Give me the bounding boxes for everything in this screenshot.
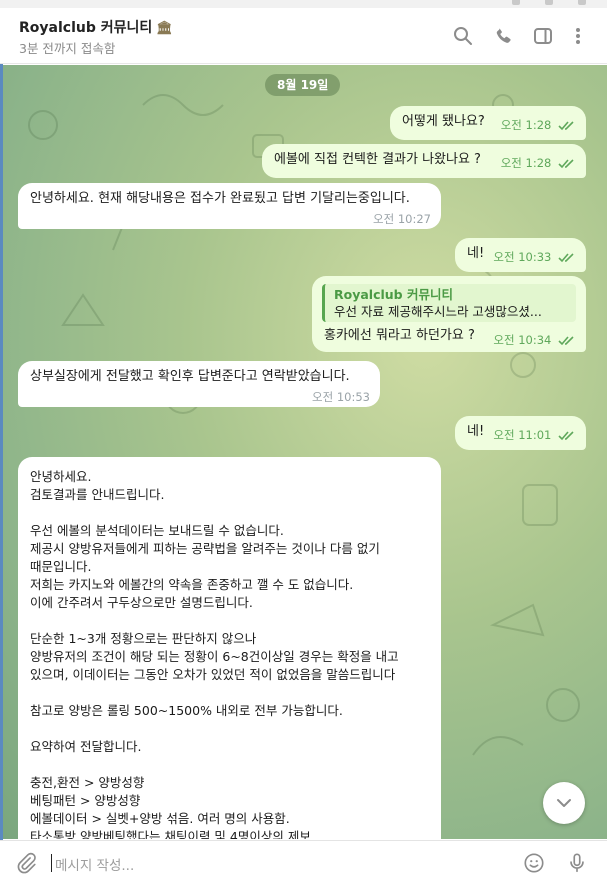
read-receipt-icon bbox=[558, 120, 574, 130]
message-outgoing[interactable]: 네! 오전 10:33 bbox=[455, 238, 586, 272]
message-text: 어떻게 됐나요? bbox=[402, 114, 485, 129]
phone-icon bbox=[496, 28, 511, 43]
message-line: 이에 간주려서 구두상으로만 설명드립니다. bbox=[30, 595, 253, 610]
reply-snippet: 우선 자료 제공해주시느라 고생많으셨... bbox=[334, 304, 542, 319]
message-outgoing[interactable]: 어떻게 됐나요? 오전 1:28 bbox=[390, 106, 586, 140]
message-line: 타소통방 양방베팅했다는 채팅이력 및 4명이상의 제보 bbox=[30, 829, 311, 839]
reply-preview[interactable]: Royalclub 커뮤니티 우선 자료 제공해주시느라 고생많으셨... bbox=[322, 284, 576, 322]
microphone-icon bbox=[570, 853, 584, 873]
message-outgoing[interactable]: 에볼에 직접 컨텍한 결과가 나왔나요 ? 오전 1:28 bbox=[262, 144, 586, 178]
chevron-down-icon bbox=[557, 799, 571, 807]
read-receipt-icon bbox=[558, 158, 574, 168]
message-text: 네! bbox=[467, 246, 485, 261]
message-list[interactable]: 8월 19일 어떻게 됐나요? 오전 1:28 에볼에 직접 컨텍한 결과가 나… bbox=[3, 65, 607, 839]
message-time: 오전 10:34 bbox=[493, 333, 552, 347]
message-line: 충전,환전 > 양방성향 bbox=[30, 775, 145, 790]
message-line: 에볼데이터 > 실벳+양방 섞음. 여러 명의 사용함. bbox=[30, 811, 290, 826]
message-line: 요약하여 전달합니다. bbox=[30, 739, 142, 754]
message-text: 홍카에선 뭐라고 하던가요 ? bbox=[324, 328, 475, 343]
message-line: 베팅패턴 > 양방성향 bbox=[30, 793, 141, 808]
message-line: 제공시 양방유저들에게 피하는 공략법을 알려주는 것이나 다름 없기 bbox=[30, 541, 380, 556]
message-line: 양방유저의 조건이 해당 되는 정황이 6~8건이상일 경우는 확정을 내고 bbox=[30, 649, 399, 664]
message-incoming[interactable]: 상부실장에게 전달했고 확인후 답변준다고 연락받았습니다. 오전 10:53 bbox=[18, 361, 380, 407]
read-receipt-icon bbox=[558, 430, 574, 440]
message-line: 안녕하세요. bbox=[30, 469, 92, 484]
message-time: 오전 1:28 bbox=[500, 118, 552, 132]
scroll-to-bottom-button[interactable] bbox=[543, 782, 585, 824]
chat-title[interactable]: Royalclub 커뮤니티 🏛 bbox=[19, 17, 173, 37]
message-input[interactable]: 메시지 작성... bbox=[55, 854, 134, 874]
message-line: 검토결과를 안내드립니다. bbox=[30, 487, 165, 502]
message-line: 우선 에볼의 분석데이터는 보내드릴 수 없습니다. bbox=[30, 523, 284, 538]
emoji-icon bbox=[524, 853, 544, 873]
voice-message-button[interactable] bbox=[565, 851, 589, 875]
message-time: 오전 10:33 bbox=[493, 250, 552, 264]
message-line: 있으며, 이데이터는 그동안 오차가 있었던 적이 없었음을 말씀드립니다 bbox=[30, 667, 396, 682]
search-button[interactable] bbox=[451, 24, 475, 48]
message-time: 오전 10:27 bbox=[373, 212, 431, 226]
window-close-icon[interactable] bbox=[578, 0, 586, 5]
reply-author: Royalclub 커뮤니티 bbox=[334, 287, 453, 302]
message-incoming[interactable]: 안녕하세요. 현재 해당내용은 접수가 완료됬고 답변 기달리는중입니다. 오전… bbox=[18, 183, 441, 229]
read-receipt-icon bbox=[558, 335, 574, 345]
date-separator: 8월 19일 bbox=[265, 74, 341, 96]
message-outgoing[interactable]: 네! 오전 11:01 bbox=[455, 416, 586, 450]
more-vertical-icon bbox=[576, 28, 580, 44]
emoji-button[interactable] bbox=[522, 851, 546, 875]
message-composer: 메시지 작성... bbox=[0, 840, 607, 884]
message-text: 네! bbox=[467, 424, 485, 439]
last-seen-status: 3분 전까지 접속함 bbox=[19, 41, 116, 56]
more-options-button[interactable] bbox=[566, 24, 590, 48]
message-outgoing-reply[interactable]: Royalclub 커뮤니티 우선 자료 제공해주시느라 고생많으셨... 홍카… bbox=[312, 276, 586, 352]
chat-title-text: Royalclub 커뮤니티 bbox=[19, 20, 153, 36]
call-button[interactable] bbox=[492, 24, 516, 48]
message-time: 오전 10:53 bbox=[312, 390, 370, 404]
read-receipt-icon bbox=[558, 252, 574, 262]
message-text: 에볼에 직접 컨텍한 결과가 나왔나요 ? bbox=[274, 152, 481, 167]
message-line: 저희는 카지노와 에볼간의 약속을 존중하고 깰 수 도 없습니다. bbox=[30, 577, 354, 592]
attach-icon bbox=[17, 852, 36, 874]
message-time: 오전 1:28 bbox=[500, 156, 552, 170]
chat-header: Royalclub 커뮤니티 🏛 3분 전까지 접속함 bbox=[0, 8, 607, 64]
sidebar-toggle-button[interactable] bbox=[531, 24, 555, 48]
message-line: 때문입니다. bbox=[30, 559, 92, 574]
message-incoming-long[interactable]: 안녕하세요. 검토결과를 안내드립니다. 우선 에볼의 분석데이터는 보내드릴 … bbox=[18, 457, 441, 839]
window-top-strip bbox=[0, 0, 607, 8]
search-icon bbox=[454, 27, 472, 45]
message-text: 안녕하세요. 현재 해당내용은 접수가 완료됬고 답변 기달리는중입니다. bbox=[30, 191, 410, 206]
verified-badge-icon: 🏛 bbox=[156, 21, 173, 36]
message-line: 단순한 1~3개 정황으로는 판단하지 않으나 bbox=[30, 631, 257, 646]
sidebar-toggle-icon bbox=[534, 28, 552, 44]
window-maximize-icon[interactable] bbox=[545, 0, 553, 5]
attach-button[interactable] bbox=[14, 851, 38, 875]
text-caret bbox=[51, 854, 52, 872]
message-time: 오전 11:01 bbox=[493, 428, 552, 442]
message-line: 참고로 양방은 롤링 500~1500% 내외로 전부 가능합니다. bbox=[30, 703, 343, 718]
window-minimize-icon[interactable] bbox=[512, 0, 520, 5]
message-text: 상부실장에게 전달했고 확인후 답변준다고 연락받았습니다. bbox=[30, 369, 350, 384]
